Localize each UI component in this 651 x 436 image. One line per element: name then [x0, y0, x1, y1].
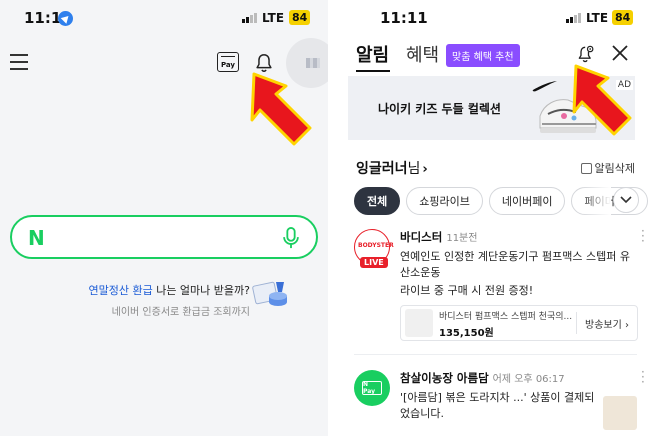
notification-sender: 바디스터 11분전 — [400, 230, 478, 244]
naver-logo: N — [28, 226, 45, 250]
tax-refund-promo[interactable]: 연말정산 환급 나는 얼마나 받을까? 네이버 인증서로 환급금 조회까지 — [70, 282, 250, 318]
notification-item[interactable]: BODYSTER LIVE 바디스터 11분전 연예인도 인정한 계단운동기구 펌… — [354, 225, 645, 341]
left-phone-screen: 11:11 LTE 84 Pay N 연말정산 환급 나는 얼마나 받을까? 네… — [0, 0, 328, 436]
close-icon[interactable] — [611, 44, 629, 62]
benefit-badge[interactable]: 맞춤 혜택 추천 — [446, 44, 520, 67]
product-thumbnail — [603, 396, 637, 430]
notification-item[interactable]: N Pay 참살이농장 아름담 어제 오후 06:17 '[아름담] 볶은 도라지… — [354, 366, 645, 432]
user-row: 잉글러너님 › 알림삭제 — [356, 158, 635, 178]
notification-sender: 참살이농장 아름담 어제 오후 06:17 — [400, 371, 565, 385]
network-label: LTE — [262, 11, 285, 25]
kebab-icon[interactable]: · · · — [641, 366, 645, 388]
delete-all-button[interactable]: 알림삭제 — [580, 160, 635, 176]
chevron-right-icon: › — [422, 162, 428, 177]
notification-time: 11분전 — [446, 233, 478, 244]
promo-subtitle: 네이버 인증서로 환급금 조회까지 — [111, 307, 250, 318]
network-label: LTE — [586, 11, 609, 25]
status-time: 11:11 — [380, 9, 428, 27]
live-badge: LIVE — [360, 257, 388, 268]
watch-broadcast-button[interactable]: 방송보기 › — [576, 312, 637, 334]
tab-alarm[interactable]: 알림 — [356, 41, 389, 67]
screen-divider — [328, 0, 348, 436]
mic-icon[interactable] — [280, 226, 302, 250]
notification-time: 어제 오후 06:17 — [492, 374, 565, 385]
status-bar: 11:11 LTE 84 — [0, 0, 328, 36]
red-arrow-annotation — [250, 72, 312, 146]
ad-text: 나이키 키즈 두들 컬렉션 — [378, 102, 501, 116]
active-tab-underline — [356, 70, 390, 72]
chip-naver-pay[interactable]: 네이버페이 — [488, 187, 566, 215]
product-name: 바디스터 펌프맥스 스텝퍼 천국의... — [439, 312, 573, 322]
bell-icon[interactable] — [253, 52, 275, 74]
product-card[interactable]: 바디스터 펌프맥스 스텝퍼 천국의... 135,150원 방송보기 › — [400, 305, 638, 341]
notification-text: 연예인도 인정한 계단운동기구 펌프맥스 스텝퍼 유산소운동 — [400, 250, 631, 279]
divider — [354, 354, 637, 355]
chip-all[interactable]: 전체 — [354, 187, 401, 215]
search-input[interactable]: N — [10, 215, 318, 259]
battery-badge: 84 — [289, 10, 311, 25]
notification-text: '[아름담] 볶은 도라지차 ...' 상품이 결제되었습니다. — [400, 391, 595, 420]
npay-avatar: N Pay — [354, 370, 390, 406]
status-bar: 11:11 LTE 84 — [348, 0, 651, 36]
battery-badge: 84 — [612, 10, 634, 25]
chip-shopping-live[interactable]: 쇼핑라이브 — [406, 187, 483, 215]
user-name[interactable]: 잉글러너님 › — [356, 161, 428, 177]
kebab-icon[interactable]: · · · — [641, 225, 645, 247]
gear-bell-icon[interactable] — [576, 44, 596, 64]
chips-fade — [581, 187, 611, 215]
notification-subtext: 라이브 중 구매 시 전원 증정! — [400, 284, 534, 297]
right-phone-screen: 11:11 LTE 84 알림 혜택 맞춤 혜택 추천 나이키 키즈 두들 컬렉… — [348, 0, 651, 436]
product-price: 135,150원 — [439, 328, 494, 339]
tab-benefit[interactable]: 혜택 — [406, 41, 439, 67]
pay-icon-label: Pay — [220, 61, 235, 69]
product-thumbnail — [405, 309, 433, 337]
check-icon — [580, 163, 592, 174]
pay-icon[interactable]: Pay — [217, 52, 239, 72]
coin-document-illustration — [252, 281, 287, 306]
location-icon — [58, 11, 73, 26]
signal-icon — [242, 13, 257, 23]
filter-chips: 전체 쇼핑라이브 네이버페이 페이머니송 — [354, 187, 651, 215]
signal-icon — [566, 13, 581, 23]
hamburger-icon[interactable] — [10, 54, 28, 70]
red-arrow-annotation — [572, 64, 632, 136]
chevron-down-icon[interactable] — [613, 187, 639, 213]
promo-title: 연말정산 환급 나는 얼마나 받을까? — [88, 284, 250, 297]
